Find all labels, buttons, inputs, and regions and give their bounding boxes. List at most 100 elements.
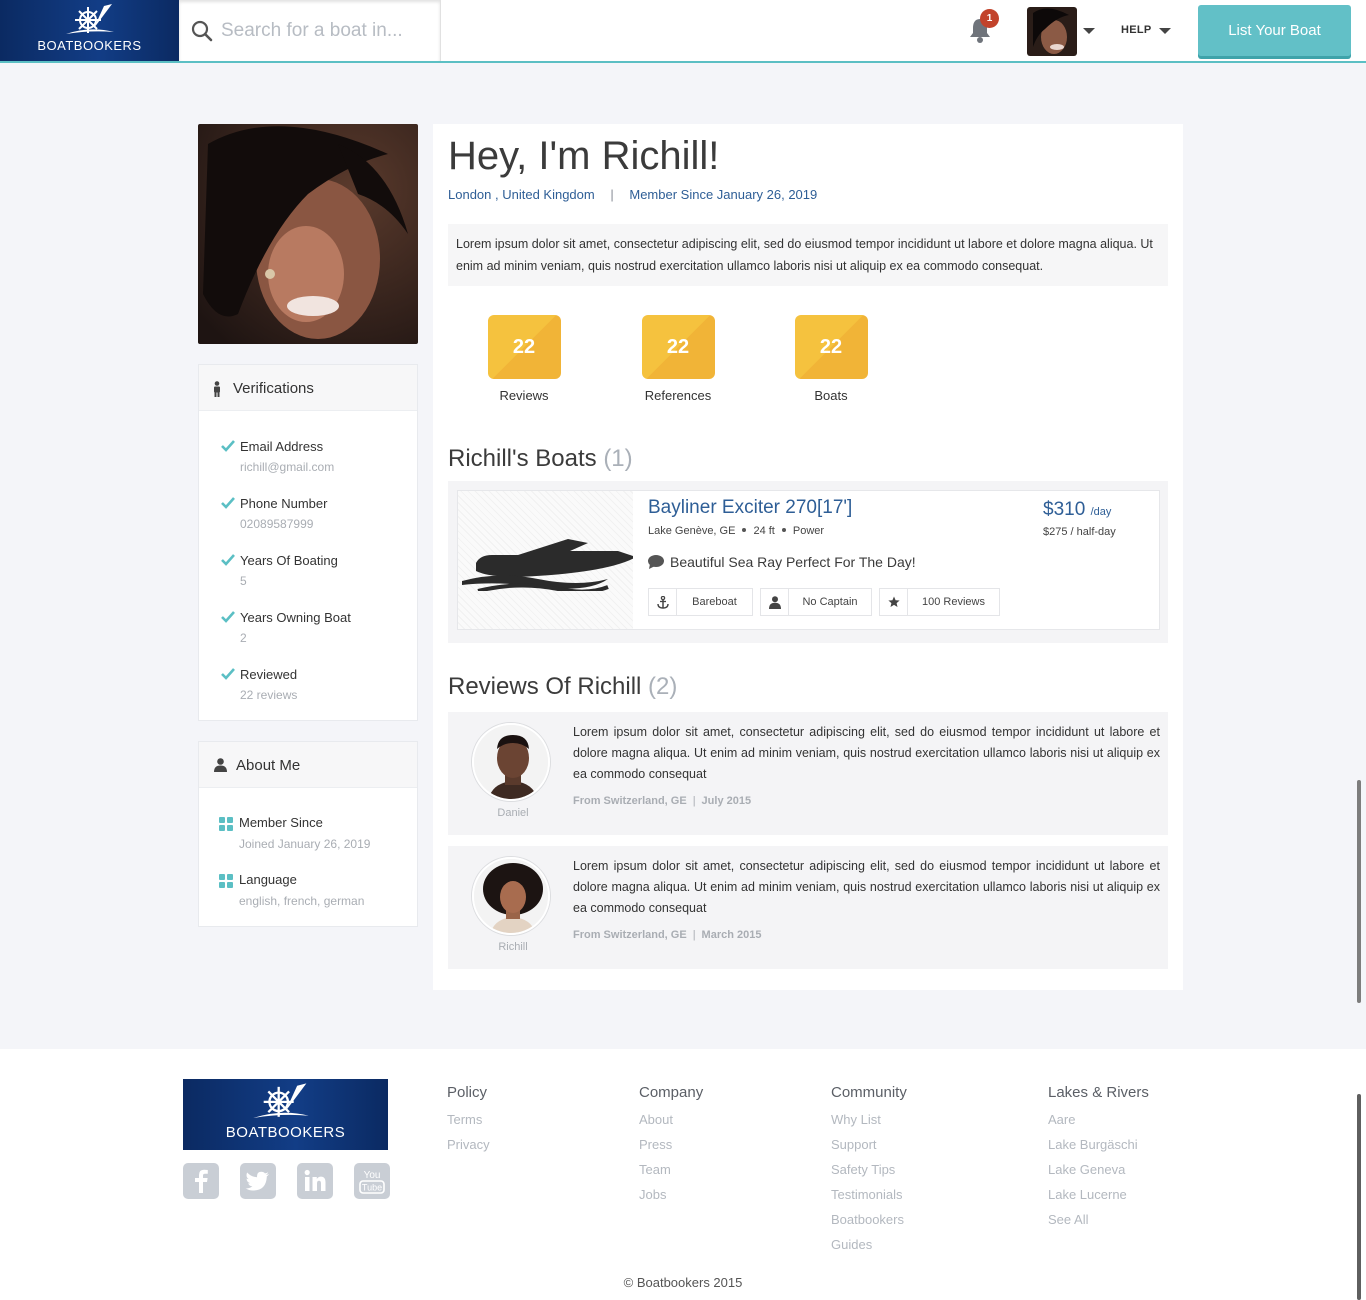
brand-logo[interactable]: BOATBOOKERS [0, 0, 179, 61]
footer-scrollbar-thumb[interactable] [1357, 1094, 1361, 1300]
grid-icon [219, 817, 233, 831]
profile-photo [198, 124, 418, 344]
page-scrollbar-thumb[interactable] [1357, 780, 1361, 1003]
footer-link[interactable]: Terms [447, 1107, 490, 1132]
footer-link[interactable]: Lake Geneva [1048, 1157, 1149, 1182]
twitter-icon[interactable] [240, 1163, 276, 1199]
boat-location: Lake Genève, GE [648, 525, 736, 537]
boat-thumbnail[interactable] [458, 491, 633, 629]
footer-column-policy: Policy Terms Privacy [447, 1084, 490, 1157]
boat-price: $310 /day [1043, 499, 1111, 521]
help-menu[interactable]: HELP [1121, 24, 1152, 36]
reviewer-avatar[interactable] [472, 857, 550, 935]
stat-label: Boats [814, 388, 848, 403]
about-me-title: About Me [236, 757, 301, 774]
verifications-header: Verifications [199, 365, 417, 411]
about-value: english, french, german [239, 894, 365, 908]
search-input[interactable] [221, 14, 431, 48]
boat-length: 24 ft [753, 525, 775, 537]
footer-link[interactable]: Testimonials [831, 1182, 907, 1207]
verification-item: Reviewed 22 reviews [199, 661, 417, 718]
footer-link[interactable]: Privacy [447, 1132, 490, 1157]
verification-value: richill@gmail.com [240, 460, 335, 474]
review-date: July 2015 [701, 795, 752, 807]
profile-member-since: Member Since January 26, 2019 [629, 187, 818, 202]
verification-value: 22 reviews [240, 688, 298, 702]
footer-link[interactable]: Lake Lucerne [1048, 1182, 1149, 1207]
reviews-section-title: Reviews Of Richill (2) [448, 673, 677, 701]
reviewer-name[interactable]: Daniel [472, 807, 554, 819]
profile-main-card: Hey, I'm Richill! London , United Kingdo… [433, 124, 1183, 990]
boat-type: Power [792, 525, 825, 537]
verification-item: Years Of Boating 5 [199, 547, 417, 604]
boat-title[interactable]: Bayliner Exciter 270[17'] [648, 497, 852, 519]
facebook-icon[interactable] [183, 1163, 219, 1199]
linkedin-icon[interactable] [297, 1163, 333, 1199]
footer-link[interactable]: Team [639, 1157, 703, 1182]
meta-separator: | [692, 929, 696, 941]
boat-card[interactable]: Bayliner Exciter 270[17'] Lake Genève, G… [457, 490, 1160, 630]
boats-section-label: Richill's Boats [448, 445, 597, 472]
comment-icon [648, 555, 664, 569]
top-navbar: BOATBOOKERS 1 HELP List Your Boat [0, 0, 1366, 63]
help-dropdown-icon[interactable] [1159, 28, 1171, 34]
review-date: March 2015 [701, 929, 762, 941]
user-icon [769, 596, 781, 609]
verification-item: Phone Number 02089587999 [199, 490, 417, 547]
footer-logo[interactable]: BOATBOOKERS [183, 1079, 388, 1150]
about-me-list: Member Since Joined January 26, 2019 Lan… [199, 788, 417, 924]
stat-reviews[interactable]: 22 Reviews [454, 315, 594, 403]
profile-photo-image [198, 124, 418, 344]
stat-value: 22 [794, 315, 868, 379]
review-item: Daniel Lorem ipsum dolor sit amet, conse… [448, 712, 1168, 835]
footer-link[interactable]: Why List [831, 1107, 907, 1132]
footer-link[interactable]: Jobs [639, 1182, 703, 1207]
footer-column-company: Company About Press Team Jobs [639, 1084, 703, 1207]
star-icon [888, 596, 900, 607]
avatar-dropdown-icon[interactable] [1083, 28, 1095, 34]
footer-link[interactable]: Lake Burgäschi [1048, 1132, 1149, 1157]
reviewer-name[interactable]: Richill [472, 941, 554, 953]
youtube-icon[interactable]: You Tube [354, 1163, 390, 1199]
stat-boats[interactable]: 22 Boats [761, 315, 901, 403]
footer-link[interactable]: Boatbookers [831, 1207, 907, 1232]
review-from: From Switzerland, GE [573, 795, 687, 807]
list-your-boat-button[interactable]: List Your Boat [1198, 5, 1351, 56]
about-label: Member Since [239, 815, 323, 830]
verification-value: 02089587999 [240, 517, 314, 531]
footer-link[interactable]: Support [831, 1132, 907, 1157]
logo-text: BOATBOOKERS [37, 38, 142, 53]
meta-separator: | [610, 187, 614, 202]
tag-bareboat: Bareboat [648, 588, 753, 616]
review-text: Lorem ipsum dolor sit amet, consectetur … [573, 859, 1160, 915]
footer-logo-text: BOATBOOKERS [225, 1124, 346, 1141]
helm-logo-icon [253, 1083, 309, 1118]
tag-no-captain: No Captain [760, 588, 872, 616]
meta-separator: | [692, 795, 696, 807]
stat-references[interactable]: 22 References [608, 315, 748, 403]
footer-link[interactable]: Aare [1048, 1107, 1149, 1132]
tag-label: Bareboat [692, 596, 737, 608]
user-avatar[interactable] [1027, 7, 1077, 56]
stat-value: 22 [641, 315, 715, 379]
profile-bio: Lorem ipsum dolor sit amet, consectetur … [448, 224, 1168, 286]
footer-link[interactable]: Press [639, 1132, 703, 1157]
review-text: Lorem ipsum dolor sit amet, consectetur … [573, 725, 1160, 781]
speedboat-icon [462, 539, 633, 591]
search-box [179, 0, 441, 61]
stat-label: References [644, 388, 712, 403]
boat-price-value: $310 [1043, 499, 1086, 520]
footer-link[interactable]: Safety Tips [831, 1157, 907, 1182]
review-from: From Switzerland, GE [573, 929, 687, 941]
footer-link[interactable]: About [639, 1107, 703, 1132]
profile-location[interactable]: London , United Kingdom [448, 187, 595, 202]
review-meta: From Switzerland, GE | March 2015 [573, 929, 761, 941]
footer-link[interactable]: Guides [831, 1232, 907, 1257]
tag-label: 100 Reviews [922, 596, 985, 608]
check-icon [221, 668, 235, 680]
verification-label: Years Owning Boat [240, 610, 351, 625]
verification-value: 2 [240, 631, 247, 645]
reviewer-avatar[interactable] [472, 723, 550, 801]
footer-link[interactable]: See All [1048, 1207, 1149, 1232]
about-label: Language [239, 872, 297, 887]
